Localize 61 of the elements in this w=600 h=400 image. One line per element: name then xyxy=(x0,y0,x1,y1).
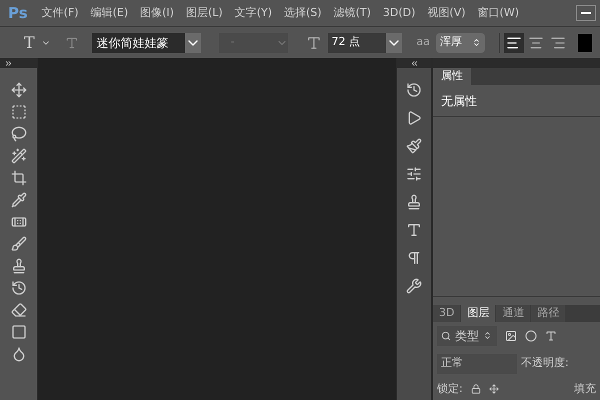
menu-item[interactable]: 滤镜(T) xyxy=(328,4,377,22)
type-tool-glyph[interactable]: T xyxy=(24,30,35,54)
minimize-icon[interactable] xyxy=(576,5,596,21)
caret-icon xyxy=(386,32,402,52)
eraser-icon[interactable] xyxy=(10,302,26,318)
history-icon[interactable] xyxy=(406,82,422,98)
stamp-icon[interactable] xyxy=(406,194,422,210)
move-tool-icon[interactable] xyxy=(10,82,26,98)
circle-filter-icon[interactable] xyxy=(525,330,537,342)
play-icon[interactable] xyxy=(406,110,422,126)
opacity-label: 不透明度: xyxy=(521,355,569,372)
history-brush-icon[interactable] xyxy=(10,280,26,296)
blend-mode-dropdown[interactable]: 正常 xyxy=(437,354,517,374)
type-filter-icon[interactable] xyxy=(545,330,557,342)
stepper-icon xyxy=(472,38,482,47)
image-filter-icon[interactable] xyxy=(505,330,517,342)
panel-tab[interactable]: 通道 xyxy=(496,304,530,322)
font-size-dropdown[interactable]: 72 点 xyxy=(328,32,402,52)
brush-icon[interactable] xyxy=(10,236,26,252)
font-size-icon xyxy=(306,34,322,50)
menu-item[interactable]: 3D(D) xyxy=(376,4,422,22)
menu-item[interactable]: 编辑(E) xyxy=(84,4,134,22)
collapse-icon[interactable] xyxy=(410,58,418,68)
filter-dropdown[interactable]: 类型 xyxy=(437,326,497,346)
font-family-dropdown[interactable]: 迷你简娃娃篆 xyxy=(92,32,201,52)
lock-icon[interactable] xyxy=(470,384,481,394)
menu-item[interactable]: 选择(S) xyxy=(278,4,328,22)
move-icon[interactable] xyxy=(488,384,499,394)
antialias-dropdown[interactable]: 浑厚 xyxy=(436,32,486,52)
lock-label: 锁定: xyxy=(437,380,463,396)
menu-item[interactable]: 图像(I) xyxy=(134,4,180,22)
menu-item[interactable]: 图层(L) xyxy=(180,4,229,22)
stepper-icon xyxy=(483,331,492,340)
panel-tab[interactable]: 图层 xyxy=(461,304,496,322)
magic-wand-icon[interactable] xyxy=(10,148,26,164)
sliders-icon[interactable] xyxy=(406,166,422,182)
search-icon xyxy=(441,330,451,340)
brushes-icon[interactable] xyxy=(406,138,422,154)
menu-item[interactable]: 视图(V) xyxy=(421,4,472,22)
panel-tab[interactable]: 3D xyxy=(433,304,460,322)
app-logo: Ps xyxy=(7,2,29,24)
menu-item[interactable]: 窗口(W) xyxy=(472,4,525,22)
eyedropper-icon[interactable] xyxy=(10,192,26,208)
tools-icon[interactable] xyxy=(406,278,422,294)
paragraph-icon[interactable] xyxy=(406,250,422,266)
marquee-icon[interactable] xyxy=(10,104,26,120)
fill-label: 填充 xyxy=(574,380,596,396)
lasso-icon[interactable] xyxy=(10,126,26,142)
properties-tab[interactable]: 属性 xyxy=(433,68,471,85)
panel-tab[interactable]: 路径 xyxy=(531,304,566,322)
color-swatch[interactable] xyxy=(578,34,592,52)
caret-icon xyxy=(184,32,201,52)
stamp-icon[interactable] xyxy=(10,258,26,274)
droplet-icon[interactable] xyxy=(10,346,26,362)
character-icon[interactable] xyxy=(406,222,422,238)
antialias-glyph: aa xyxy=(416,34,430,50)
properties-text: 无属性 xyxy=(441,92,477,110)
align-left-button[interactable] xyxy=(504,32,524,52)
expand-icon[interactable] xyxy=(4,58,13,68)
menu-item[interactable]: 文件(F) xyxy=(36,4,85,22)
menu-item[interactable]: 文字(Y) xyxy=(228,4,278,22)
